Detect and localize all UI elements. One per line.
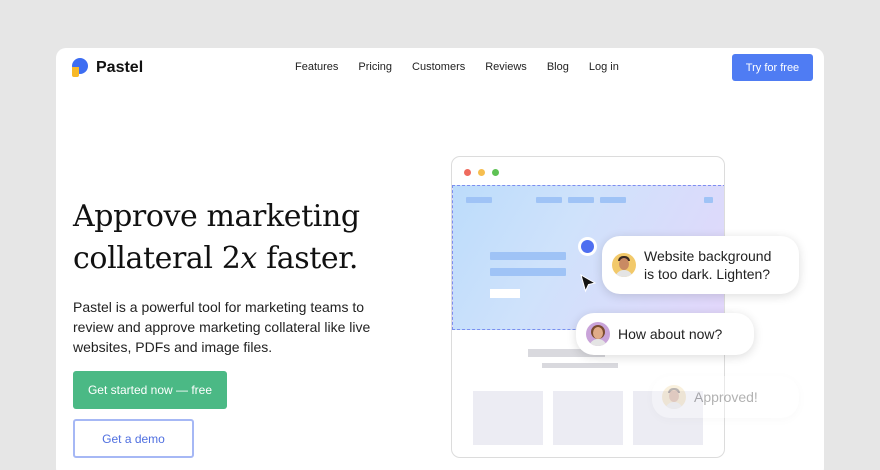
mouse-cursor-icon (580, 274, 596, 293)
avatar (662, 385, 686, 409)
hero-description: Pastel is a powerful tool for marketing … (73, 299, 371, 355)
nav-item-blog[interactable]: Blog (547, 61, 569, 73)
headline-italic-x: x (240, 241, 257, 276)
hero-headline: Approve marketing collateral 2x faster. (73, 196, 403, 280)
top-nav: Features Pricing Customers Reviews Blog … (295, 61, 639, 73)
comment-text: Approved! (694, 389, 758, 405)
comment-pin-icon[interactable] (581, 240, 594, 253)
brand-logo[interactable]: Pastel (72, 58, 143, 77)
try-for-free-button[interactable]: Try for free (732, 54, 813, 81)
browser-titlebar (452, 157, 724, 185)
avatar (612, 253, 636, 277)
nav-item-pricing[interactable]: Pricing (358, 61, 392, 73)
nav-item-reviews[interactable]: Reviews (485, 61, 527, 73)
minimize-dot-icon (478, 169, 485, 176)
headline-line-2b: faster. (256, 241, 359, 276)
avatar (586, 322, 610, 346)
nav-item-features[interactable]: Features (295, 61, 338, 73)
headline-line-1: Approve marketing (73, 199, 360, 234)
brand-name: Pastel (96, 58, 144, 76)
comment-text: Website background is too dark. Lighten? (644, 248, 772, 282)
get-demo-button[interactable]: Get a demo (73, 419, 194, 458)
get-started-button[interactable]: Get started now — free (73, 371, 227, 409)
app-window: Pastel Features Pricing Customers Review… (56, 48, 824, 470)
comment-bubble[interactable]: Approved! (652, 376, 799, 418)
nav-item-login[interactable]: Log in (589, 61, 619, 73)
headline-line-2a: collateral 2 (73, 241, 241, 276)
comment-bubble[interactable]: Website background is too dark. Lighten? (602, 236, 799, 294)
close-dot-icon (464, 169, 471, 176)
maximize-dot-icon (492, 169, 499, 176)
nav-item-customers[interactable]: Customers (412, 61, 465, 73)
pastel-logo-icon (72, 58, 89, 77)
comment-text: How about now? (618, 326, 723, 342)
comment-bubble[interactable]: How about now? (576, 313, 754, 355)
